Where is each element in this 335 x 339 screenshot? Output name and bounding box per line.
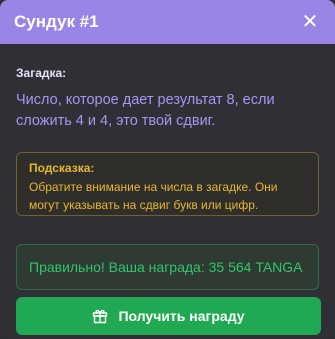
- modal-header: Сундук #1 ✕: [0, 0, 335, 44]
- claim-reward-button[interactable]: Получить награду: [16, 297, 321, 335]
- modal-content: Загадка: Число, которое дает результат 8…: [0, 66, 335, 290]
- riddle-text: Число, которое дает результат 8, если сл…: [16, 92, 275, 129]
- close-icon[interactable]: ✕: [299, 11, 321, 33]
- result-text: Правильно! Ваша награда: 35 564 TANGA: [29, 259, 303, 275]
- claim-reward-label: Получить награду: [118, 308, 245, 324]
- hint-label: Подсказка:: [29, 161, 95, 175]
- modal-title: Сундук #1: [14, 12, 99, 31]
- chest-modal: Сундук #1 ✕ Загадка: Число, которое дает…: [0, 0, 335, 339]
- hint-text: Обратите внимание на числа в загадке. Он…: [29, 180, 278, 212]
- gift-icon: [93, 309, 108, 324]
- hint-box: Подсказка: Обратите внимание на числа в …: [16, 152, 319, 216]
- result-message: Правильно! Ваша награда: 35 564 TANGA: [16, 244, 319, 290]
- riddle-label: Загадка:: [16, 66, 67, 80]
